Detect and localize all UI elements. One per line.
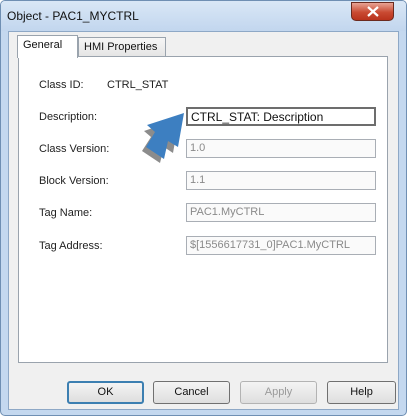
help-button[interactable]: Help bbox=[327, 381, 396, 404]
title-bar[interactable]: Object - PAC1_MYCTRL bbox=[1, 1, 406, 31]
block-version-field[interactable]: 1.1 bbox=[186, 171, 376, 190]
window-title: Object - PAC1_MYCTRL bbox=[7, 9, 139, 23]
class-version-label: Class Version: bbox=[39, 143, 110, 155]
dialog-window: Object - PAC1_MYCTRL HMI Properties Gene… bbox=[0, 0, 407, 416]
dialog-body: HMI Properties General Class ID: CTRL_ST… bbox=[8, 31, 399, 410]
class-id-label: Class ID: bbox=[39, 79, 84, 91]
ok-button[interactable]: OK bbox=[67, 381, 144, 404]
tag-name-field[interactable]: PAC1.MyCTRL bbox=[186, 203, 376, 222]
description-field[interactable]: CTRL_STAT: Description bbox=[186, 107, 376, 126]
close-icon bbox=[367, 6, 379, 17]
tab-general[interactable]: General bbox=[17, 35, 78, 58]
class-id-value: CTRL_STAT bbox=[107, 79, 169, 91]
tag-name-label: Tag Name: bbox=[39, 207, 93, 219]
close-button[interactable] bbox=[351, 2, 394, 21]
description-label: Description: bbox=[39, 111, 98, 123]
tag-address-label: Tag Address: bbox=[39, 240, 103, 252]
cancel-button[interactable]: Cancel bbox=[153, 381, 230, 404]
apply-button[interactable]: Apply bbox=[240, 381, 317, 404]
general-panel: Class ID: CTRL_STAT Description: CTRL_ST… bbox=[18, 56, 388, 363]
block-version-label: Block Version: bbox=[39, 175, 109, 187]
class-version-field[interactable]: 1.0 bbox=[186, 139, 376, 158]
tag-address-field[interactable]: $[1556617731_0]PAC1.MyCTRL bbox=[186, 236, 376, 255]
tab-hmi-properties[interactable]: HMI Properties bbox=[78, 37, 166, 57]
